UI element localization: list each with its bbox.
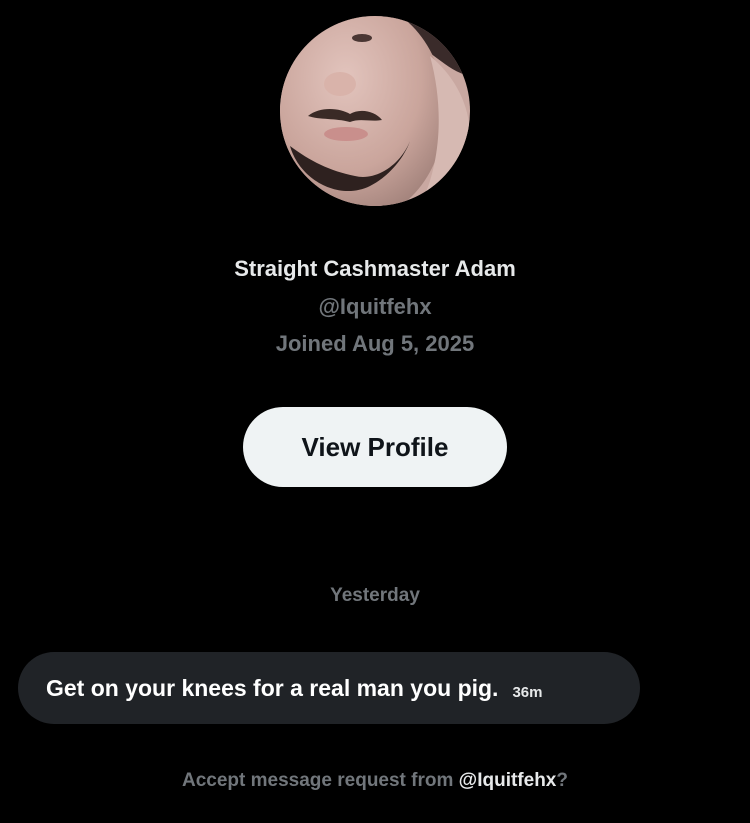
message-bubble[interactable]: Get on your knees for a real man you pig… bbox=[18, 652, 640, 724]
request-suffix: ? bbox=[556, 770, 568, 791]
display-name: Straight Cashmaster Adam bbox=[234, 256, 516, 281]
request-prefix: Accept message request from bbox=[182, 770, 459, 791]
message-text: Get on your knees for a real man you pig… bbox=[46, 674, 499, 701]
user-handle: @Iquitfehx bbox=[318, 294, 432, 319]
view-profile-button[interactable]: View Profile bbox=[243, 407, 507, 487]
request-handle-link[interactable]: @Iquitfehx bbox=[459, 770, 557, 791]
joined-date: Joined Aug 5, 2025 bbox=[275, 331, 475, 356]
date-divider: Yesterday bbox=[330, 585, 420, 606]
message-timestamp: 36m bbox=[512, 683, 543, 701]
profile-avatar[interactable] bbox=[280, 16, 470, 206]
user-photo-icon bbox=[280, 16, 470, 206]
message-request-prompt: Accept message request from @Iquitfehx? bbox=[0, 770, 750, 792]
